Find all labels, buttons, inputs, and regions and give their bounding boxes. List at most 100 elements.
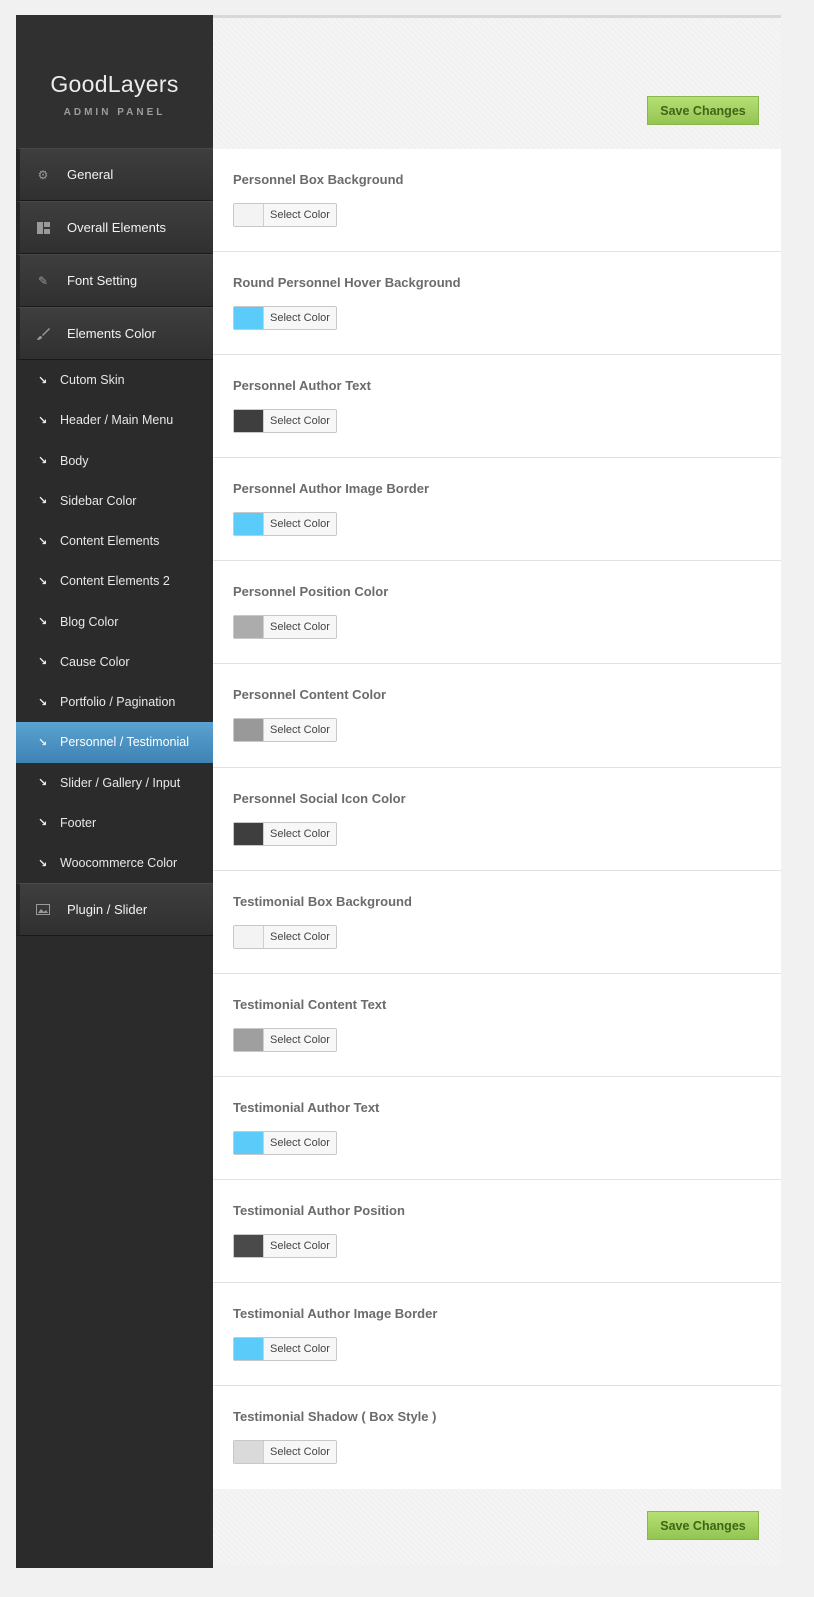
select-color-label: Select Color [270,1446,330,1459]
brand-title: GoodLayers [50,71,179,97]
pencil-icon: ✎ [37,273,49,288]
sidebar-item-font-setting[interactable]: ✎ Font Setting [16,254,213,307]
color-swatch [234,1028,264,1051]
select-color-label: Select Color [270,930,330,943]
arrow-down-right-icon: ↘ [38,857,48,870]
color-swatch [234,616,264,639]
setting-label: Testimonial Shadow ( Box Style ) [233,1409,437,1425]
color-setting-row: Testimonial Box Background Select Color [213,871,781,974]
select-color-label: Select Color [270,724,330,737]
color-swatch [234,1234,264,1257]
sidebar-subitem-label: Header / Main Menu [60,413,174,428]
sidebar-subitem-woocommerce-color[interactable]: ↘ Woocommerce Color [16,843,213,883]
setting-label: Testimonial Author Text [233,1099,380,1115]
color-swatch [234,925,264,948]
arrow-down-right-icon: ↘ [38,535,48,548]
color-picker-button[interactable]: Select Color [233,1027,337,1052]
arrow-down-right-icon: ↘ [38,414,48,427]
top-action-bar: Save Changes [213,18,781,149]
sidebar-subitem-label: Portfolio / Pagination [60,695,176,710]
sidebar-subitem-body[interactable]: ↘ Body [16,441,213,481]
brand: GoodLayers ADMIN PANEL [16,15,213,148]
sidebar-item-plugin-slider[interactable]: Plugin / Slider [16,883,213,937]
setting-label: Personnel Social Icon Color [233,790,406,806]
color-picker-button[interactable]: Select Color [233,924,337,949]
color-setting-row: Personnel Box Background Select Color [213,149,781,253]
color-picker-button[interactable]: Select Color [233,718,337,743]
color-picker-button[interactable]: Select Color [233,512,337,537]
arrow-down-right-icon: ↘ [38,817,48,830]
select-color-label: Select Color [270,621,330,634]
setting-label: Testimonial Content Text [233,996,387,1012]
setting-label: Testimonial Author Image Border [233,1306,438,1322]
sidebar-item-general[interactable]: ⚙ General [16,148,213,201]
sidebar-subitem-label: Cause Color [60,654,130,669]
color-picker-button[interactable]: Select Color [233,306,337,331]
color-picker-button[interactable]: Select Color [233,1233,337,1258]
sidebar-subitem-custom-skin[interactable]: ↘ Cutom Skin [16,360,213,400]
color-swatch [234,513,264,536]
sidebar-item-label: Font Setting [67,273,138,288]
arrow-down-right-icon: ↘ [38,575,48,588]
setting-label: Testimonial Box Background [233,893,412,909]
color-picker-button[interactable]: Select Color [233,409,337,434]
sidebar-subitem-blog-color[interactable]: ↘ Blog Color [16,602,213,642]
color-swatch [234,410,264,433]
save-changes-button-top[interactable]: Save Changes [647,96,759,125]
settings-list: Personnel Box Background Select Color Roun… [213,149,781,1490]
sidebar-subitem-label: Personnel / Testimonial [60,735,190,750]
arrow-down-right-icon: ↘ [38,777,48,790]
setting-label: Personnel Box Background [233,172,404,187]
color-setting-row: Testimonial Content Text Select Color [213,974,781,1077]
color-setting-row: Personnel Author Image Border Select Colo… [213,458,781,562]
arrow-down-right-icon: ↘ [38,616,48,629]
sidebar-subitem-portfolio-pagination[interactable]: ↘ Portfolio / Pagination [16,682,213,722]
sidebar-subitem-label: Footer [60,815,97,830]
sidebar-subitem-label: Blog Color [60,614,119,629]
gear-icon: ⚙ [37,167,49,182]
sidebar-subitem-sidebar-color[interactable]: ↘ Sidebar Color [16,481,213,521]
setting-label: Personnel Position Color [233,584,389,600]
color-swatch [234,204,264,226]
setting-label: Round Personnel Hover Background [233,275,461,291]
sidebar-subitem-content-elements-2[interactable]: ↘ Content Elements 2 [16,561,213,601]
color-setting-row: Testimonial Author Image Border Select Co… [213,1283,781,1387]
arrow-down-right-icon: ↘ [38,495,48,508]
sidebar-subitem-label: Body [60,453,89,468]
color-setting-row: Testimonial Author Text Select Color [213,1077,781,1180]
select-color-label: Select Color [270,1239,330,1252]
color-picker-button[interactable]: Select Color [233,615,337,640]
sidebar-subitem-label: Sidebar Color [60,493,137,508]
sidebar-item-label: Plugin / Slider [67,902,148,918]
sidebar-subitem-header-main-menu[interactable]: ↘ Header / Main Menu [16,400,213,440]
color-picker-button[interactable]: Select Color [233,1337,337,1362]
color-picker-button[interactable]: Select Color [233,821,337,846]
color-picker-button[interactable]: Select Color [233,1130,337,1155]
image-icon [36,903,50,917]
color-picker-button[interactable]: Select Color [233,1440,337,1465]
sidebar-subitem-personnel-testimonial[interactable]: ↘ Personnel / Testimonial [16,722,213,763]
arrow-down-right-icon: ↘ [38,656,48,669]
sidebar-subitem-label: Content Elements 2 [60,574,170,589]
color-setting-row: Round Personnel Hover Background Select C… [213,252,781,356]
sidebar-subitem-cause-color[interactable]: ↘ Cause Color [16,642,213,682]
sidebar-subitem-content-elements[interactable]: ↘ Content Elements [16,521,213,561]
select-color-label: Select Color [270,1136,330,1149]
select-color-label: Select Color [270,312,330,325]
color-picker-button[interactable]: Select Color [233,203,337,227]
setting-label: Personnel Author Text [233,378,371,394]
sidebar-item-elements-color[interactable]: Elements Color [16,307,213,360]
sidebar-subitem-label: Woocommerce Color [60,856,178,871]
arrow-down-right-icon: ↘ [38,455,48,468]
color-swatch [234,822,264,845]
sidebar-subitem-footer[interactable]: ↘ Footer [16,803,213,843]
sidebar-subitem-slider-gallery-input[interactable]: ↘ Slider / Gallery / Input [16,763,213,803]
sidebar-item-label: General [67,167,114,182]
sidebar-submenu: ↘ Cutom Skin ↘ Header / Main Menu ↘ Body ↘ S… [16,360,213,883]
sidebar-item-overall-elements[interactable]: Overall Elements [16,201,213,254]
save-changes-button-bottom[interactable]: Save Changes [647,1511,759,1541]
color-setting-row: Personnel Social Icon Color Select Color [213,768,781,871]
setting-label: Testimonial Author Position [233,1202,405,1218]
brush-icon [36,327,50,341]
color-swatch [234,719,264,742]
